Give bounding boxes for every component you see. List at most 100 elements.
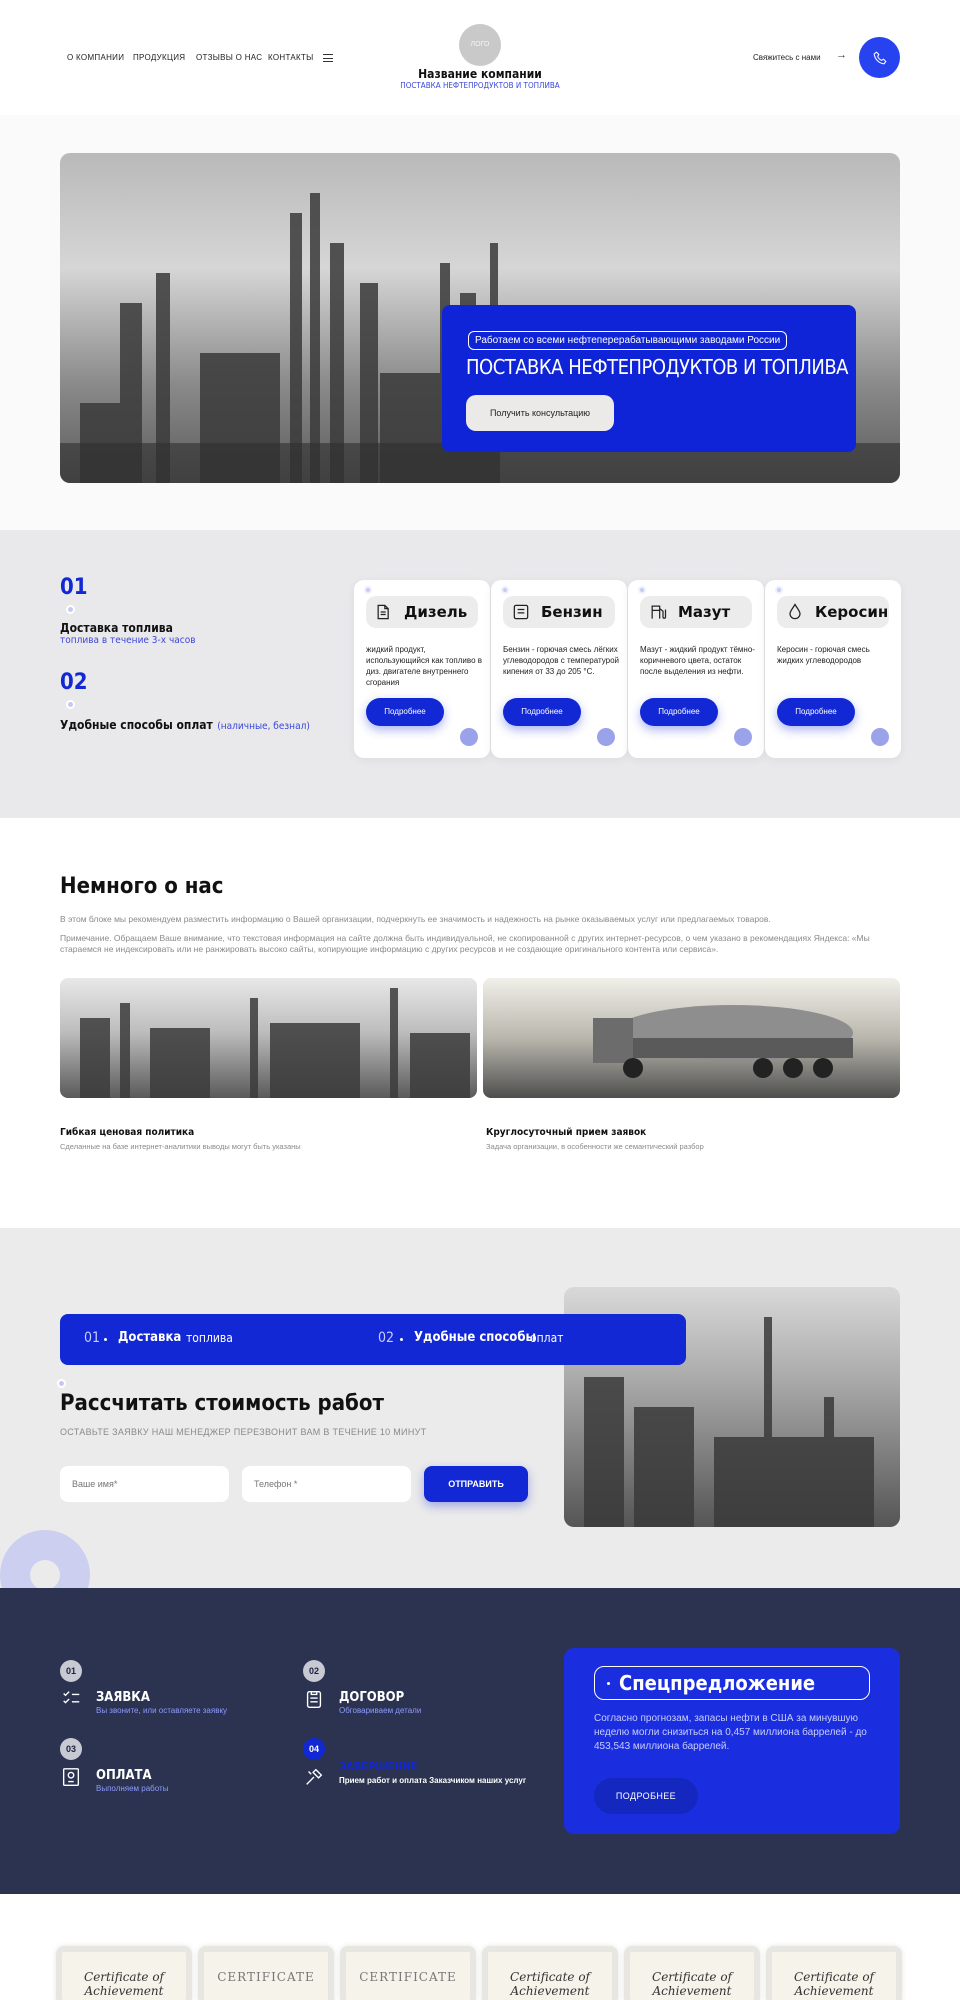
benefit-number: 02 [60,670,88,695]
product-card-fuel-oil[interactable]: Мазут Мазут - жидкий продукт тёмно-корич… [628,580,764,758]
certificate-image[interactable]: Certificate of Achievement [482,1946,618,2000]
step-title: ОПЛАТА [96,1768,152,1783]
more-button[interactable]: Подробнее [503,698,581,726]
decor-dot [364,586,372,594]
nav-item-about[interactable]: О КОМПАНИИ [67,53,124,62]
step-title: ДОГОВОР [339,1690,405,1705]
more-button[interactable]: Подробнее [640,698,718,726]
product-card-diesel[interactable]: Дизель жидкий продукт, использующийся ка… [354,580,490,758]
calc-section: 01 Доставка топлива 02 Удобные способы о… [0,1228,960,1620]
benefit-item: 01 Доставка топлива топлива в течение 3-… [60,575,196,646]
decor-dot [597,728,615,746]
special-offer-card: Спецпредложение Согласно прогнозам, запа… [564,1648,900,1834]
details-button[interactable]: ПОДРОБНЕЕ [594,1778,698,1814]
consultation-button[interactable]: Получить консультацию [466,395,614,431]
strip-bold: Удобные способы [414,1330,537,1345]
product-title-pill: Мазут [640,596,752,628]
step-number: 02 [303,1660,325,1682]
clipboard-icon [306,1690,322,1708]
product-description: Бензин - горючая смесь лёгких углеводоро… [503,645,620,676]
decor-dot [607,1682,610,1685]
hero-title: ПОСТАВКА НЕФТЕПРОДУКТОВ И ТОПЛИВА [466,355,848,379]
gas-station-icon [651,605,667,619]
certificate-image[interactable]: Certificate of Achievement [624,1946,760,2000]
feature-title: Круглосуточный прием заявок [486,1127,647,1138]
step-subtitle: Выполняем работы [96,1784,169,1793]
product-title-pill: Дизель [366,596,478,628]
calc-subtitle: ОСТАВЬТЕ ЗАЯВКУ НАШ МЕНЕДЖЕР ПЕРЕЗВОНИТ … [60,1427,427,1437]
about-section: Немного о нас В этом блоке мы рекомендуе… [0,818,960,1228]
more-button[interactable]: Подробнее [777,698,855,726]
certificate-icon [62,1768,80,1786]
about-title: Немного о нас [60,874,224,899]
more-button[interactable]: Подробнее [366,698,444,726]
step-number: 04 [303,1738,325,1760]
strip-dot [400,1338,403,1341]
special-title: Спецпредложение [619,1671,816,1695]
product-title: Керосин [815,603,889,621]
phone-input[interactable] [242,1466,411,1502]
company-name: Название компании [418,67,542,81]
hero-card: Работаем со всеми нефтеперерабатывающими… [442,305,856,452]
fuel-canister-icon [377,604,389,620]
product-description: Мазут - жидкий продукт тёмно-коричневого… [640,645,755,676]
certificate-image[interactable]: CERTIFICATE [340,1946,476,2000]
nav-item-reviews[interactable]: ОТЗЫВЫ О НАС [196,53,262,62]
nav-item-products[interactable]: ПРОДУКЦИЯ [133,53,185,62]
feature-subtitle: Сделанные на базе интернет-аналитики выв… [60,1142,301,1151]
certificate-image[interactable]: CERTIFICATE [198,1946,334,2000]
menu-icon[interactable] [323,54,333,62]
special-title-box: Спецпредложение [594,1666,870,1700]
fuel-tank-icon [513,604,529,620]
benefit-subtitle: топлива в течение 3-х часов [60,635,196,646]
decor-dot [638,586,646,594]
product-card-gasoline[interactable]: Бензин Бензин - горючая смесь лёгких угл… [491,580,627,758]
site-header: О КОМПАНИИ ПРОДУКЦИЯ ОТЗЫВЫ О НАС КОНТАК… [0,0,960,115]
strip-number: 01 [84,1330,101,1346]
certificate-title: CERTIFICATE [217,1970,315,1984]
benefits-strip: 01 Доставка топлива 02 Удобные способы о… [60,1314,686,1365]
name-input[interactable] [60,1466,229,1502]
benefit-number: 01 [60,575,88,600]
product-title: Бензин [541,603,603,621]
submit-button[interactable]: ОТПРАВИТЬ [424,1466,528,1502]
phone-button[interactable] [859,37,900,78]
decor-dot [734,728,752,746]
benefit-subtitle: (наличные, безнал) [217,721,310,732]
arrow-right-icon: → [836,49,847,61]
certificate-image[interactable]: Certificate of Achievement [766,1946,902,2000]
nav-item-contacts[interactable]: КОНТАКТЫ [268,53,314,62]
product-title: Дизель [404,603,468,621]
phone-icon [873,50,887,64]
steps-section: 01 ЗАЯВКА Вы звоните, или оставляете зая… [0,1588,960,1894]
benefit-item: 02 Удобные способы оплат (наличные, безн… [60,670,310,732]
calc-title: Рассчитать стоимость работ [60,1391,384,1416]
plant-photo [60,978,477,1098]
contact-link[interactable]: Свяжитесь с нами [753,53,821,62]
logo-circle[interactable]: ЛОГО [459,24,501,66]
hero-badge: Работаем со всеми нефтеперерабатывающими… [468,331,788,350]
certificate-title: CERTIFICATE [359,1970,457,1984]
product-description: жидкий продукт, использующийся как топли… [366,645,482,687]
certificate-image[interactable]: Certificate of Achievement [56,1946,192,2000]
company-tagline: ПОСТАВКА НЕФТЕПРОДУКТОВ И ТОПЛИВА [400,81,560,90]
step-number: 01 [60,1660,82,1682]
decor-dot [871,728,889,746]
certificate-title: Certificate of Achievement [652,1970,732,1998]
product-description: Керосин - горючая смесь жидких углеводор… [777,645,870,665]
strip-rest: топлива [186,1331,233,1345]
feature-subtitle: Задача организации, в особенности же сем… [486,1142,704,1151]
step-subtitle: Вы звоните, или оставляете заявку [96,1706,228,1715]
step-number: 03 [60,1738,82,1760]
step-subtitle: Обговариваем детали [339,1706,422,1715]
product-card-kerosene[interactable]: Керосин Керосин - горючая смесь жидких у… [765,580,901,758]
certificate-title: Certificate of Achievement [510,1970,590,1998]
strip-dot [104,1338,107,1341]
hero-section: Работаем со всеми нефтеперерабатывающими… [0,115,960,530]
decor-dot [775,586,783,594]
strip-number: 02 [378,1330,395,1346]
bullet-dot [66,605,75,614]
tools-icon [306,1768,323,1785]
bullet-dot [66,700,75,709]
strip-bold: Доставка [118,1330,182,1345]
